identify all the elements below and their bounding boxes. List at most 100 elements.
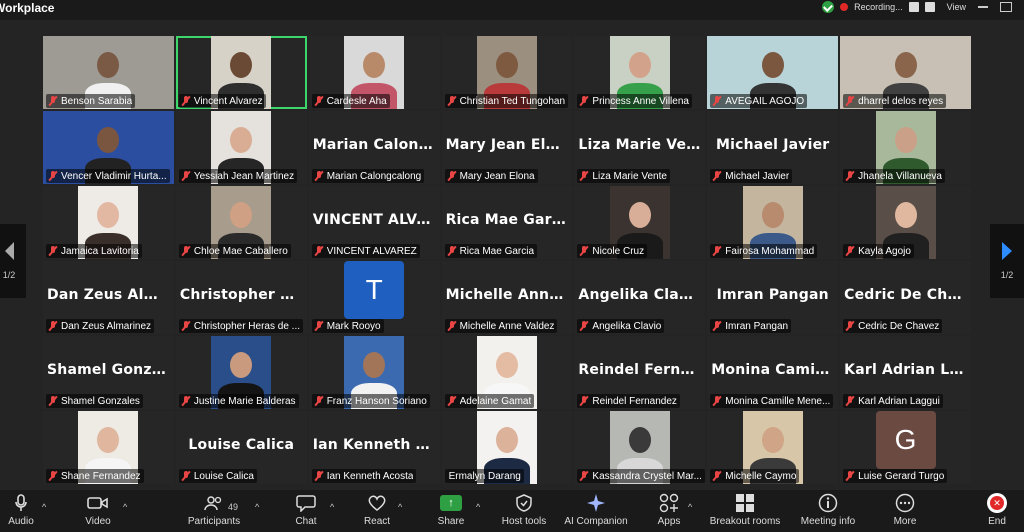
audio-options-caret[interactable]: ^ — [42, 502, 46, 512]
meeting-info-button[interactable]: Meeting info — [796, 490, 860, 532]
participant-tile[interactable]: Benson Sarabia — [43, 36, 174, 109]
participant-tile[interactable]: Ermalyn Darang — [441, 411, 573, 484]
participant-tile[interactable]: Jhanela Villanueva — [840, 111, 971, 184]
participant-tile[interactable]: Liza Marie Vente Liza Marie Vente — [574, 111, 706, 184]
participant-tile[interactable]: Adelaine Gamat — [441, 336, 573, 409]
participant-tile[interactable]: VINCENT ALVA... VINCENT ALVAREZ — [308, 186, 440, 259]
participants-options-caret[interactable]: ^ — [255, 502, 259, 512]
participant-tile[interactable]: Yessiah Jean Martinez — [175, 111, 307, 184]
previous-page-button[interactable]: 1/2 — [0, 224, 26, 298]
muted-microphone-icon — [712, 396, 722, 406]
muted-microphone-icon — [712, 471, 722, 481]
participant-tile[interactable]: Marian Calongc... Marian Calongcalong — [308, 111, 440, 184]
participant-name: Cardesle Aha — [326, 95, 387, 107]
recording-label: Recording... — [854, 2, 903, 12]
participant-tile[interactable]: G Luise Gerard Turgo — [840, 411, 971, 484]
participant-tile[interactable]: Reindel Fernan... Reindel Fernandez — [574, 336, 706, 409]
participant-tile[interactable]: Vincent Alvarez — [175, 36, 307, 109]
participant-tile[interactable]: Princess Anne Villena — [574, 36, 706, 109]
breakout-rooms-button[interactable]: Breakout rooms — [706, 490, 784, 532]
participant-tile[interactable]: Kayla Agojo — [840, 186, 971, 259]
muted-microphone-icon — [48, 321, 58, 331]
participant-tile[interactable]: Cedric De Chavez Cedric De Chavez — [840, 261, 971, 334]
muted-microphone-icon — [48, 96, 58, 106]
participant-display-name: Michelle Anne... — [445, 287, 573, 303]
participant-tile[interactable]: Rica Mae Garcia Rica Mae Garcia — [441, 186, 573, 259]
participant-tile[interactable]: Christopher Her... Christopher Heras de .… — [175, 261, 307, 334]
participant-tile[interactable]: Louise Calica Louise Calica — [175, 411, 307, 484]
muted-microphone-icon — [447, 321, 457, 331]
muted-microphone-icon — [48, 246, 58, 256]
chat-button[interactable]: Chat — [292, 490, 320, 532]
audio-button[interactable]: Audio — [4, 490, 38, 532]
participant-tile[interactable]: Christian Ted Tungohan — [441, 36, 573, 109]
muted-microphone-icon — [579, 246, 589, 256]
host-tools-button[interactable]: Host tools — [498, 490, 550, 532]
participant-tile[interactable]: Shamel Gonzales Shamel Gonzales — [43, 336, 174, 409]
participant-tile[interactable]: Vencer Vladimir Hurta... — [43, 111, 174, 184]
minimize-icon[interactable] — [978, 6, 988, 8]
participant-name-tag: AVEGAIL AGOJO — [710, 94, 808, 108]
ai-companion-button[interactable]: AI Companion — [562, 490, 630, 532]
chat-options-caret[interactable]: ^ — [330, 502, 334, 512]
participant-tile[interactable]: Dan Zeus Almar... Dan Zeus Almarinez — [43, 261, 174, 334]
participant-tile[interactable]: Nicole Cruz — [574, 186, 706, 259]
window-icon[interactable] — [1000, 2, 1012, 12]
participant-tile[interactable]: Shane Fernandez — [43, 411, 174, 484]
participant-tile[interactable]: T Mark Rooyo — [308, 261, 440, 334]
participant-tile[interactable]: Mary Jean Elona Mary Jean Elona — [441, 111, 573, 184]
muted-microphone-icon — [447, 171, 457, 181]
participant-tile[interactable]: Justine Marie Balderas — [175, 336, 307, 409]
participant-tile[interactable]: Cardesle Aha — [308, 36, 440, 109]
participant-tile[interactable]: Michelle Caymo — [707, 411, 839, 484]
participant-display-name: Karl Adrian Lag... — [844, 362, 971, 378]
participant-tile[interactable]: Ian Kenneth Ac... Ian Kenneth Acosta — [308, 411, 440, 484]
participant-tile[interactable]: Monina Camille... Monina Camille Mene... — [707, 336, 839, 409]
encryption-shield-icon[interactable] — [822, 1, 835, 13]
participant-name-tag: Louise Calica — [178, 469, 257, 483]
participant-name-tag: Liza Marie Vente — [577, 169, 670, 183]
participant-tile[interactable]: Franz Hanson Soriano — [308, 336, 440, 409]
participant-tile[interactable]: Imran Pangan Imran Pangan — [707, 261, 839, 334]
participant-avatar: G — [875, 411, 936, 469]
video-button[interactable]: Video — [82, 490, 114, 532]
muted-microphone-icon — [314, 396, 324, 406]
muted-microphone-icon — [712, 171, 722, 181]
view-button[interactable]: View — [941, 2, 972, 12]
participant-name-tag: Rica Mae Garcia — [444, 244, 538, 258]
share-options-caret[interactable]: ^ — [476, 502, 480, 512]
more-button[interactable]: More — [888, 490, 922, 532]
participant-tile[interactable]: Jamaica Lavitoria — [43, 186, 174, 259]
audio-label: Audio — [8, 516, 34, 527]
participant-name: Chloe Mae Caballero — [193, 245, 288, 257]
participant-name-tag: Christopher Heras de ... — [178, 319, 304, 333]
participant-tile[interactable]: Angelika Clavio Angelika Clavio — [574, 261, 706, 334]
share-button[interactable]: ↑ Share — [436, 490, 466, 532]
participant-tile[interactable]: Chloe Mae Caballero — [175, 186, 307, 259]
video-options-caret[interactable]: ^ — [123, 502, 127, 512]
participant-tile[interactable]: dharrel delos reyes — [840, 36, 971, 109]
pause-recording-icon[interactable] — [908, 2, 919, 12]
shield-icon — [516, 490, 532, 516]
participant-tile[interactable]: Karl Adrian Lag... Karl Adrian Laggui — [840, 336, 971, 409]
participant-tile[interactable]: Michael Javier Michael Javier — [707, 111, 839, 184]
react-button[interactable]: React — [361, 490, 393, 532]
participant-tile[interactable]: Kassandra Crystel Mar... — [574, 411, 706, 484]
sparkle-icon — [586, 490, 606, 516]
participant-name: Kayla Agojo — [858, 245, 911, 257]
stop-recording-icon[interactable] — [924, 2, 935, 12]
muted-microphone-icon — [314, 246, 324, 256]
next-page-button[interactable]: 1/2 — [990, 224, 1024, 298]
participant-tile[interactable]: Fairosa Mohammad — [707, 186, 839, 259]
end-meeting-button[interactable]: ✕ End — [984, 490, 1010, 532]
participant-tile[interactable]: Michelle Anne... Michelle Anne Valdez — [441, 261, 573, 334]
participant-display-name: Rica Mae Garcia — [445, 212, 573, 228]
participant-name: Cedric De Chavez — [858, 320, 940, 332]
muted-microphone-icon — [181, 171, 191, 181]
apps-button[interactable]: Apps — [655, 490, 683, 532]
apps-options-caret[interactable]: ^ — [688, 502, 692, 512]
participant-tile[interactable]: AVEGAIL AGOJO — [707, 36, 839, 109]
participant-name: dharrel delos reyes — [858, 95, 944, 107]
react-options-caret[interactable]: ^ — [398, 502, 402, 512]
participant-name: Franz Hanson Soriano — [326, 395, 427, 407]
